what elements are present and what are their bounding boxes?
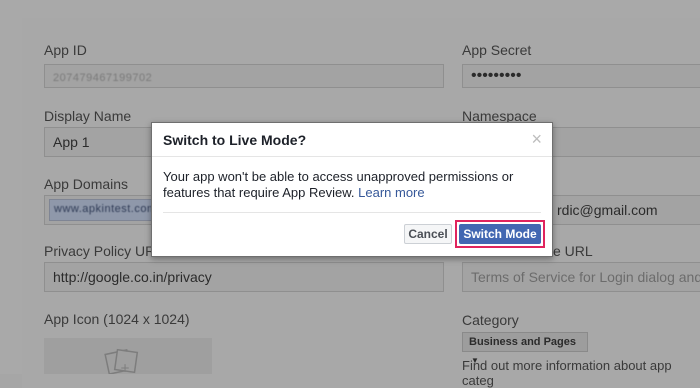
close-icon[interactable]: × [531,129,542,150]
image-placeholder-icon: + [104,348,139,374]
app-id-label: App ID [44,42,87,58]
app-settings-page: App ID 207479467199702 App Secret ••••••… [0,0,700,388]
privacy-policy-field[interactable]: http://google.co.in/privacy [44,262,444,292]
terms-url-field[interactable]: Terms of Service for Login dialog and Ap… [462,262,700,292]
category-help-text: Find out more information about app cate… [462,358,672,388]
dialog-header: Switch to Live Mode? × [152,123,552,157]
app-secret-value: ••••••••• [471,67,522,84]
app-secret-field[interactable]: ••••••••• [462,64,700,88]
contact-email-value: rdic@gmail.com [557,202,658,218]
switch-live-mode-dialog: Switch to Live Mode? × Your app won't be… [151,122,553,257]
cancel-button[interactable]: Cancel [404,224,452,244]
app-secret-label: App Secret [462,42,532,58]
terms-url-placeholder: Terms of Service for Login dialog and Ap… [471,269,700,285]
category-value: Business and Pages [469,336,576,348]
app-id-field[interactable]: 207479467199702 [44,64,444,88]
category-label: Category [462,312,519,328]
privacy-policy-value: http://google.co.in/privacy [53,269,212,285]
app-domain-chip[interactable]: www.apkintest.com [49,199,162,221]
switch-mode-button[interactable]: Switch Mode [459,224,541,244]
display-name-value: App 1 [53,134,90,150]
learn-more-link[interactable]: Learn more [358,185,424,200]
app-id-value: 207479467199702 [53,72,153,84]
app-icon-label: App Icon (1024 x 1024) [44,311,190,327]
dialog-title: Switch to Live Mode? [163,132,307,148]
app-icon-upload[interactable]: + [44,338,212,374]
terms-url-label: e URL [553,243,593,259]
display-name-label: Display Name [44,108,132,124]
category-dropdown[interactable]: Business and Pages ▼ [462,332,588,365]
privacy-policy-label: Privacy Policy URL [44,243,164,259]
svg-text:+: + [120,361,130,374]
app-domains-label: App Domains [44,176,129,192]
dialog-message: Your app won't be able to access unappro… [163,169,514,200]
dialog-footer-divider [163,212,541,213]
dialog-body: Your app won't be able to access unappro… [163,169,533,201]
